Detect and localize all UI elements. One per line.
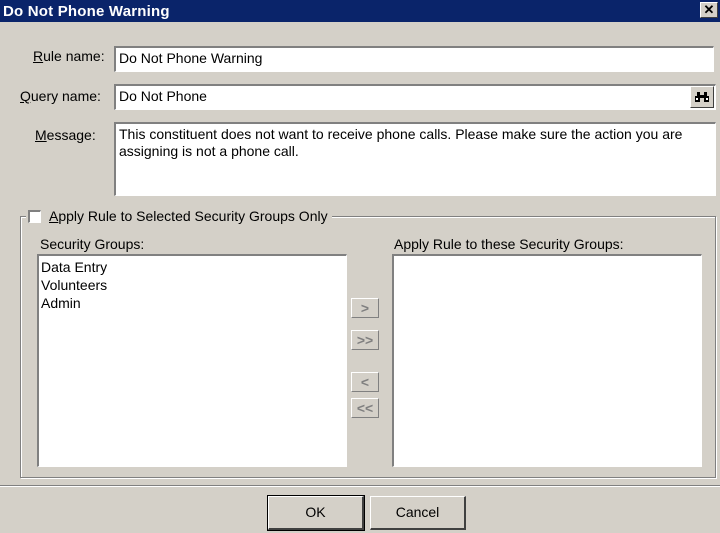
apply-rule-checkbox[interactable] bbox=[28, 209, 41, 223]
query-search-button[interactable] bbox=[690, 86, 714, 108]
query-name-field[interactable]: Do Not Phone bbox=[114, 84, 716, 110]
close-icon: ✕ bbox=[703, 2, 715, 17]
list-item[interactable]: Volunteers bbox=[41, 276, 344, 294]
binoculars-icon bbox=[695, 92, 709, 102]
title-bar: Do Not Phone Warning ✕ bbox=[0, 0, 720, 22]
rule-name-label: Rule name: bbox=[33, 48, 105, 64]
rule-name-field[interactable]: Do Not Phone Warning bbox=[114, 46, 714, 72]
security-groups-label: Security Groups: bbox=[40, 236, 145, 252]
bottom-separator bbox=[0, 485, 720, 487]
list-item[interactable]: Admin bbox=[41, 294, 344, 312]
apply-groups-label: Apply Rule to these Security Groups: bbox=[394, 236, 624, 252]
list-item[interactable]: Data Entry bbox=[41, 258, 344, 276]
apply-rule-option[interactable]: Apply Rule to Selected Security Groups O… bbox=[26, 206, 332, 226]
move-right-button[interactable]: > bbox=[351, 298, 379, 318]
move-left-button[interactable]: < bbox=[351, 372, 379, 392]
security-groups-list[interactable]: Data Entry Volunteers Admin bbox=[37, 254, 347, 467]
move-all-right-button[interactable]: >> bbox=[351, 330, 379, 350]
move-all-left-button[interactable]: << bbox=[351, 398, 379, 418]
close-button[interactable]: ✕ bbox=[700, 2, 718, 18]
apply-rule-label: Apply Rule to Selected Security Groups O… bbox=[49, 208, 328, 224]
message-label: Message: bbox=[35, 127, 96, 143]
window-title: Do Not Phone Warning bbox=[3, 3, 170, 20]
cancel-button[interactable]: Cancel bbox=[370, 496, 466, 530]
message-field[interactable]: This constituent does not want to receiv… bbox=[114, 122, 716, 196]
apply-groups-list[interactable] bbox=[392, 254, 702, 467]
ok-button[interactable]: OK bbox=[267, 495, 365, 531]
query-name-label: Query name: bbox=[20, 88, 101, 104]
